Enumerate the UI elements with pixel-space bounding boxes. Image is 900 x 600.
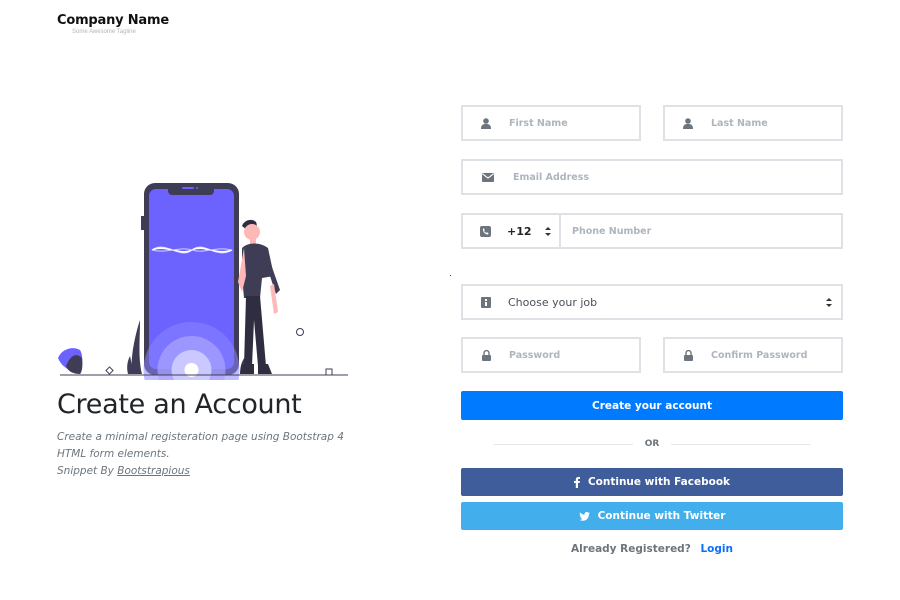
divider-line (494, 443, 633, 445)
login-prompt-text: Already Registered? (571, 543, 691, 555)
square-decoration (325, 368, 333, 376)
email-field[interactable] (461, 159, 843, 195)
last-name-field[interactable] (663, 105, 843, 141)
select-arrows-icon (826, 297, 832, 307)
facebook-button[interactable]: Continue with Facebook (461, 468, 843, 496)
first-name-field[interactable] (461, 105, 641, 141)
snippet-prefix: Snippet By (57, 465, 118, 477)
bootstrapious-link[interactable]: Bootstrapious (117, 465, 190, 477)
first-name-input[interactable] (509, 117, 629, 129)
brand: Company Name Some Awesome Tagline (57, 13, 169, 35)
page-title: Create an Account (57, 389, 302, 420)
password-input[interactable] (509, 349, 629, 361)
select-arrows-icon (545, 226, 551, 236)
stray-dot (450, 275, 451, 276)
company-tagline: Some Awesome Tagline (72, 29, 136, 35)
create-account-button[interactable]: Create your account (461, 391, 843, 420)
person (238, 219, 280, 374)
user-icon (463, 117, 509, 129)
facebook-label: Continue with Facebook (587, 476, 731, 488)
leaf-decoration (58, 348, 83, 374)
twitter-button[interactable]: Continue with Twitter (461, 502, 843, 530)
divider-line (671, 443, 810, 445)
phone-field[interactable]: +12 (461, 213, 843, 249)
grass-left (131, 320, 142, 374)
or-divider: OR (494, 437, 810, 451)
lock-icon (463, 349, 509, 361)
id-badge-icon (463, 296, 508, 308)
country-code-select[interactable]: +12 (507, 215, 561, 247)
twitter-label: Continue with Twitter (597, 510, 726, 522)
phone-square-icon (463, 225, 507, 237)
job-select[interactable]: Choose your job (461, 284, 843, 320)
facebook-icon (573, 476, 580, 488)
create-account-label: Create your account (592, 399, 712, 412)
envelope-icon (463, 172, 513, 182)
last-name-input[interactable] (711, 117, 831, 129)
confirm-password-field[interactable] (663, 337, 843, 373)
smartphone (141, 183, 240, 380)
twitter-icon (578, 511, 590, 521)
lock-icon (665, 349, 711, 361)
job-select-value: Choose your job (508, 295, 598, 309)
login-link[interactable]: Login (700, 543, 733, 555)
country-code-value: +12 (507, 224, 532, 238)
password-field[interactable] (461, 337, 641, 373)
phone-input[interactable] (561, 225, 821, 237)
confirm-password-input[interactable] (711, 349, 836, 361)
circle-decoration (296, 328, 304, 336)
signup-illustration (58, 183, 348, 380)
company-name: Company Name (57, 13, 169, 28)
description-text: Create a minimal registeration page usin… (57, 431, 344, 460)
user-icon (665, 117, 711, 129)
or-label: OR (644, 439, 660, 449)
diamond-decoration (105, 366, 114, 375)
login-prompt-row: Already Registered? Login (461, 543, 843, 555)
page-description: Create a minimal registeration page usin… (57, 429, 347, 480)
email-input[interactable] (513, 171, 813, 183)
